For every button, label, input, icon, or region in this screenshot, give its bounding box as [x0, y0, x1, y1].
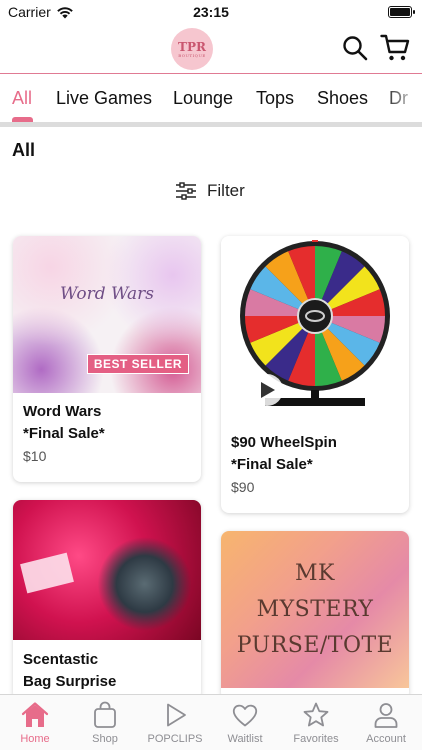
- product-price: $10: [23, 448, 47, 464]
- brand-logo[interactable]: TPR BOUTIQUE: [171, 28, 213, 70]
- product-card[interactable]: Word Wars BEST SELLER Word Wars *Final S…: [13, 236, 201, 482]
- logo-text: TPR: [178, 39, 206, 54]
- filter-button[interactable]: Filter: [175, 181, 245, 201]
- star-icon: [303, 702, 329, 727]
- product-card[interactable]: MK MYSTERY PURSE/TOTE: [221, 531, 409, 700]
- person-icon: [374, 703, 398, 728]
- product-image-text: MYSTERY: [256, 596, 374, 622]
- product-card[interactable]: Scentastic Bag Surprise: [13, 500, 201, 700]
- search-icon: [343, 36, 368, 61]
- bottom-tab-bar: Home Shop POPCLIPS Waitlist Favorites Ac…: [0, 694, 422, 750]
- clock: 23:15: [193, 4, 229, 20]
- product-image: MK MYSTERY PURSE/TOTE: [221, 531, 409, 688]
- nav-label: POPCLIPS: [147, 733, 203, 745]
- nav-home[interactable]: Home: [0, 701, 70, 745]
- product-name: $90 WheelSpin *Final Sale*: [231, 434, 337, 473]
- best-seller-badge: BEST SELLER: [86, 354, 189, 374]
- product-image: Word Wars BEST SELLER: [13, 236, 201, 393]
- product-card[interactable]: $90 WheelSpin *Final Sale* $90: [221, 236, 409, 513]
- category-tabs: All Live Games Lounge Tops Shoes Dr: [0, 76, 422, 122]
- nav-account[interactable]: Account: [351, 701, 421, 745]
- home-icon: [21, 702, 49, 727]
- status-bar: Carrier 23:15: [0, 0, 422, 24]
- prize-wheel-image: [240, 240, 390, 406]
- battery-icon: [388, 6, 415, 18]
- nav-label: Favorites: [293, 733, 339, 745]
- product-image: [13, 500, 201, 640]
- play-icon: [167, 703, 186, 727]
- product-image-text: PURSE/TOTE: [236, 632, 394, 658]
- nav-favorites[interactable]: Favorites: [281, 701, 351, 745]
- product-name: Word Wars *Final Sale*: [23, 403, 105, 442]
- search-button[interactable]: [342, 35, 368, 61]
- tabs-divider: [0, 122, 422, 127]
- bag-label-decoration: [20, 552, 74, 594]
- tab-all[interactable]: All: [12, 88, 32, 109]
- product-image: [221, 236, 409, 424]
- product-image-title: Word Wars: [60, 284, 154, 304]
- filter-icon: [176, 182, 196, 200]
- product-image-text: MK: [295, 560, 335, 586]
- tab-shoes[interactable]: Shoes: [317, 88, 368, 109]
- tab-tops[interactable]: Tops: [256, 88, 294, 109]
- tabs-fade: [382, 76, 422, 122]
- nav-shop[interactable]: Shop: [70, 701, 140, 745]
- product-price: $90: [231, 479, 255, 495]
- nav-waitlist[interactable]: Waitlist: [210, 701, 280, 745]
- heart-icon: [232, 704, 258, 727]
- nav-label: Shop: [92, 733, 118, 745]
- shopping-bag-icon: [94, 701, 116, 728]
- nav-label: Waitlist: [227, 733, 263, 745]
- filter-label: Filter: [207, 181, 245, 200]
- nav-label: Account: [366, 733, 406, 745]
- tab-live-games[interactable]: Live Games: [56, 88, 152, 109]
- tab-lounge[interactable]: Lounge: [173, 88, 233, 109]
- logo-subtext: BOUTIQUE: [178, 52, 206, 58]
- product-name: Scentastic Bag Surprise: [23, 651, 117, 690]
- cart-button[interactable]: [380, 33, 410, 63]
- app-header: TPR BOUTIQUE: [0, 24, 422, 74]
- nav-popclips[interactable]: POPCLIPS: [140, 701, 210, 745]
- cart-icon: [380, 34, 410, 61]
- section-title: All: [12, 140, 36, 160]
- nav-label: Home: [20, 733, 50, 745]
